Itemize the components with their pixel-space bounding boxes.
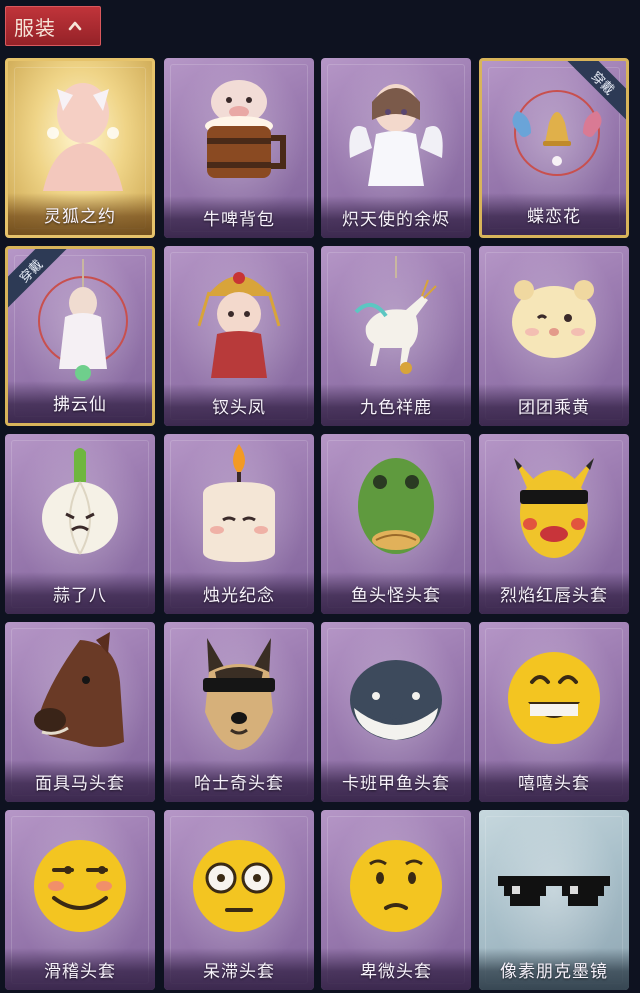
costume-card[interactable]: 牛啤背包 bbox=[164, 58, 314, 238]
costume-card-label: 团团乘黄 bbox=[479, 384, 629, 426]
costume-card-label: 卑微头套 bbox=[321, 948, 471, 990]
costume-card[interactable]: 滑稽头套 bbox=[5, 810, 155, 990]
costume-card[interactable]: 团团乘黄 bbox=[479, 246, 629, 426]
costume-card[interactable]: 烛光纪念 bbox=[164, 434, 314, 614]
costume-card-label: 呆滞头套 bbox=[164, 948, 314, 990]
costume-card-label: 滑稽头套 bbox=[5, 948, 155, 990]
candle-mascot-icon bbox=[179, 444, 299, 569]
pixel-sunglasses-icon bbox=[494, 820, 614, 945]
smirk-emoji-mask-icon bbox=[20, 820, 140, 945]
costume-card-label: 烛光纪念 bbox=[164, 572, 314, 614]
costume-card[interactable]: 蒜了八 bbox=[5, 434, 155, 614]
cow-beer-barrel-icon bbox=[179, 68, 299, 193]
costume-card[interactable]: 像素朋克墨镜 bbox=[479, 810, 629, 990]
angel-doll-icon bbox=[336, 68, 456, 193]
costume-card[interactable]: 哈士奇头套 bbox=[164, 622, 314, 802]
costume-card[interactable]: 钗头凤 bbox=[164, 246, 314, 426]
shy-emoji-mask-icon bbox=[336, 820, 456, 945]
costume-card[interactable]: 灵狐之约 bbox=[5, 58, 155, 238]
garlic-mascot-icon bbox=[20, 444, 140, 569]
costume-card-label: 面具马头套 bbox=[5, 760, 155, 802]
costume-card-label: 像素朋克墨镜 bbox=[479, 948, 629, 990]
whale-mask-icon bbox=[336, 632, 456, 757]
costume-card[interactable]: 拂云仙 穿戴 bbox=[5, 246, 155, 426]
item-grid: 灵狐之约 牛啤背包 炽天使的余烬 蝶恋花 穿戴拂云仙 穿戴 钗头凤 九色祥鹿 团团乘黄蒜了八 烛光… bbox=[0, 0, 640, 993]
husky-mask-icon bbox=[179, 632, 299, 757]
costume-card-label: 蝶恋花 bbox=[482, 193, 626, 235]
costume-card[interactable]: 呆滞头套 bbox=[164, 810, 314, 990]
costume-card[interactable]: 炽天使的余烬 bbox=[321, 58, 471, 238]
costume-card-label: 钗头凤 bbox=[164, 384, 314, 426]
costume-card-label: 哈士奇头套 bbox=[164, 760, 314, 802]
costume-card[interactable]: 九色祥鹿 bbox=[321, 246, 471, 426]
costume-card-label: 炽天使的余烬 bbox=[321, 196, 471, 238]
costume-card-label: 鱼头怪头套 bbox=[321, 572, 471, 614]
cloud-fairy-pendant-icon bbox=[23, 259, 143, 384]
costume-card-label: 嘻嘻头套 bbox=[479, 760, 629, 802]
costume-card[interactable]: 面具马头套 bbox=[5, 622, 155, 802]
costume-card-label: 牛啤背包 bbox=[164, 196, 314, 238]
grin-emoji-mask-icon bbox=[494, 632, 614, 757]
costume-card-label: 灵狐之约 bbox=[8, 193, 152, 235]
deer-pendant-icon bbox=[336, 256, 456, 381]
yellow-mouse-mask-icon bbox=[494, 444, 614, 569]
phoenix-crown-doll-icon bbox=[179, 256, 299, 381]
fox-spirit-avatar-icon bbox=[23, 71, 143, 196]
costume-card[interactable]: 卡班甲鱼头套 bbox=[321, 622, 471, 802]
round-beast-plush-icon bbox=[494, 256, 614, 381]
costume-card-label: 烈焰红唇头套 bbox=[479, 572, 629, 614]
costume-card-label: 九色祥鹿 bbox=[321, 384, 471, 426]
costume-card-label: 蒜了八 bbox=[5, 572, 155, 614]
costume-card[interactable]: 烈焰红唇头套 bbox=[479, 434, 629, 614]
costume-card[interactable]: 鱼头怪头套 bbox=[321, 434, 471, 614]
costume-card-label: 卡班甲鱼头套 bbox=[321, 760, 471, 802]
horse-mask-icon bbox=[20, 632, 140, 757]
costume-card-label: 拂云仙 bbox=[8, 381, 152, 423]
fish-mask-icon bbox=[336, 444, 456, 569]
costume-card[interactable]: 蝶恋花 穿戴 bbox=[479, 58, 629, 238]
costume-card[interactable]: 卑微头套 bbox=[321, 810, 471, 990]
stare-emoji-mask-icon bbox=[179, 820, 299, 945]
costume-card[interactable]: 嘻嘻头套 bbox=[479, 622, 629, 802]
